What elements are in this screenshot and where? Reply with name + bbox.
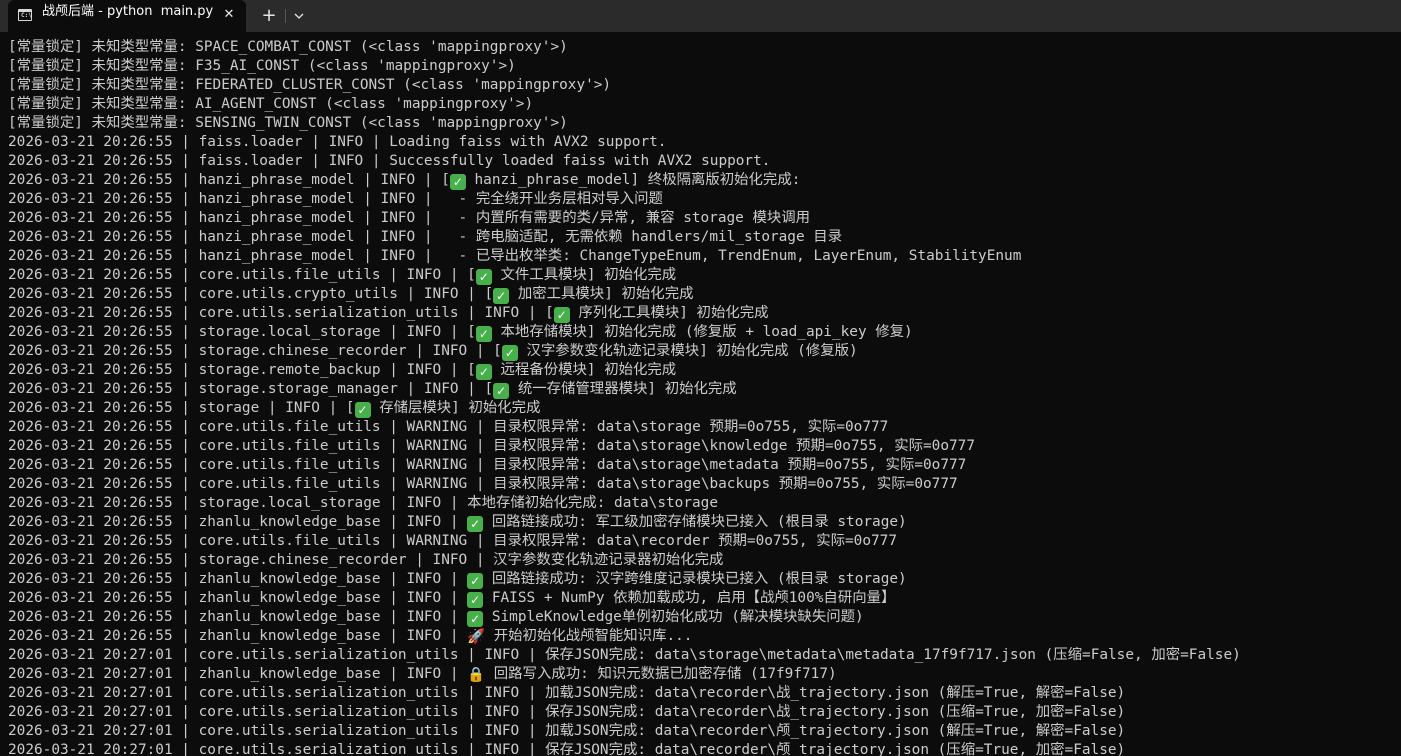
- console-line: 2026-03-21 20:26:55 | zhanlu_knowledge_b…: [8, 609, 864, 627]
- plus-icon[interactable]: +: [258, 5, 280, 27]
- console-line: 2026-03-21 20:27:01 | zhanlu_knowledge_b…: [8, 666, 837, 683]
- console-line: [常量锁定] 未知类型常量: SENSING_TWIN_CONST (<clas…: [8, 115, 568, 131]
- console-line: 2026-03-21 20:26:55 | storage | INFO | […: [8, 400, 541, 418]
- check-mark-icon: ✓: [354, 402, 371, 418]
- console-line: 2026-03-21 20:26:55 | faiss.loader | INF…: [8, 134, 667, 150]
- check-mark-icon: ✓: [467, 611, 484, 627]
- console-output[interactable]: [常量锁定] 未知类型常量: SPACE_COMBAT_CONST (<clas…: [8, 38, 1400, 756]
- console-line: [常量锁定] 未知类型常量: SPACE_COMBAT_CONST (<clas…: [8, 39, 568, 55]
- console-line: 2026-03-21 20:26:55 | core.utils.file_ut…: [8, 438, 975, 454]
- console-line: 2026-03-21 20:26:55 | hanzi_phrase_model…: [8, 229, 843, 245]
- check-mark-icon: ✓: [493, 288, 510, 304]
- console-line: 2026-03-21 20:27:01 | core.utils.seriali…: [8, 647, 1241, 663]
- console-line: 2026-03-21 20:26:55 | faiss.loader | INF…: [8, 153, 771, 169]
- console-line: 2026-03-21 20:26:55 | core.utils.crypto_…: [8, 286, 694, 304]
- console-line: 2026-03-21 20:26:55 | zhanlu_knowledge_b…: [8, 590, 896, 608]
- lock-icon: 🔒: [467, 667, 486, 683]
- console-line: 2026-03-21 20:26:55 | core.utils.file_ut…: [8, 457, 967, 473]
- check-mark-icon: ✓: [475, 269, 492, 285]
- console-line: 2026-03-21 20:26:55 | storage.local_stor…: [8, 324, 913, 342]
- console-line: 2026-03-21 20:26:55 | zhanlu_knowledge_b…: [8, 514, 907, 532]
- console-line: 2026-03-21 20:26:55 | storage.storage_ma…: [8, 381, 737, 399]
- console-line: 2026-03-21 20:26:55 | hanzi_phrase_model…: [8, 210, 811, 226]
- terminal-icon: C:\: [18, 9, 32, 21]
- console-line: 2026-03-21 20:26:55 | core.utils.file_ut…: [8, 267, 677, 285]
- check-mark-icon: ✓: [467, 592, 484, 608]
- console-line: [常量锁定] 未知类型常量: AI_AGENT_CONST (<class 'm…: [8, 96, 534, 112]
- check-mark-icon: ✓: [449, 174, 466, 190]
- console-line: 2026-03-21 20:26:55 | core.utils.file_ut…: [8, 419, 889, 435]
- console-line: 2026-03-21 20:26:55 | zhanlu_knowledge_b…: [8, 628, 693, 645]
- close-icon[interactable]: ✕: [220, 7, 238, 25]
- console-line: 2026-03-21 20:26:55 | storage.remote_bac…: [8, 362, 677, 380]
- chevron-down-icon[interactable]: [290, 5, 308, 27]
- check-mark-icon: ✓: [553, 307, 570, 323]
- console-line: 2026-03-21 20:26:55 | storage.chinese_re…: [8, 552, 724, 568]
- console-line: 2026-03-21 20:26:55 | storage.local_stor…: [8, 495, 718, 511]
- console-line: 2026-03-21 20:27:01 | core.utils.seriali…: [8, 723, 1126, 739]
- console-line: 2026-03-21 20:27:01 | core.utils.seriali…: [8, 742, 1126, 756]
- tab-title: 战颅后端 - python main.py: [42, 4, 214, 19]
- rocket-icon: 🚀: [467, 629, 486, 645]
- tab-bar: C:\ 战颅后端 - python main.py ✕ +: [0, 0, 1401, 32]
- check-mark-icon: ✓: [501, 345, 518, 361]
- console-line: [常量锁定] 未知类型常量: F35_AI_CONST (<class 'map…: [8, 58, 516, 74]
- console-line: 2026-03-21 20:26:55 | core.utils.file_ut…: [8, 533, 898, 549]
- terminal-window: C:\ 战颅后端 - python main.py ✕ + [常量锁定] 未知类…: [0, 0, 1401, 756]
- console-line: 2026-03-21 20:26:55 | core.utils.file_ut…: [8, 476, 958, 492]
- console-line: [常量锁定] 未知类型常量: FEDERATED_CLUSTER_CONST (…: [8, 77, 612, 93]
- check-mark-icon: ✓: [493, 383, 510, 399]
- console-line: 2026-03-21 20:26:55 | storage.chinese_re…: [8, 343, 858, 361]
- tab-python-main[interactable]: C:\ 战颅后端 - python main.py ✕: [8, 0, 246, 32]
- check-mark-icon: ✓: [475, 326, 492, 342]
- console-line: 2026-03-21 20:27:01 | core.utils.seriali…: [8, 704, 1126, 720]
- check-mark-icon: ✓: [467, 516, 484, 532]
- console-line: 2026-03-21 20:27:01 | core.utils.seriali…: [8, 685, 1126, 701]
- tab-separator: [285, 9, 286, 23]
- console-line: 2026-03-21 20:26:55 | core.utils.seriali…: [8, 305, 769, 323]
- console-line: 2026-03-21 20:26:55 | hanzi_phrase_model…: [8, 191, 663, 207]
- console-line: 2026-03-21 20:26:55 | hanzi_phrase_model…: [8, 248, 1022, 264]
- check-mark-icon: ✓: [467, 573, 484, 589]
- console-line: 2026-03-21 20:26:55 | zhanlu_knowledge_b…: [8, 571, 907, 589]
- check-mark-icon: ✓: [475, 364, 492, 380]
- console-line: 2026-03-21 20:26:55 | hanzi_phrase_model…: [8, 172, 801, 190]
